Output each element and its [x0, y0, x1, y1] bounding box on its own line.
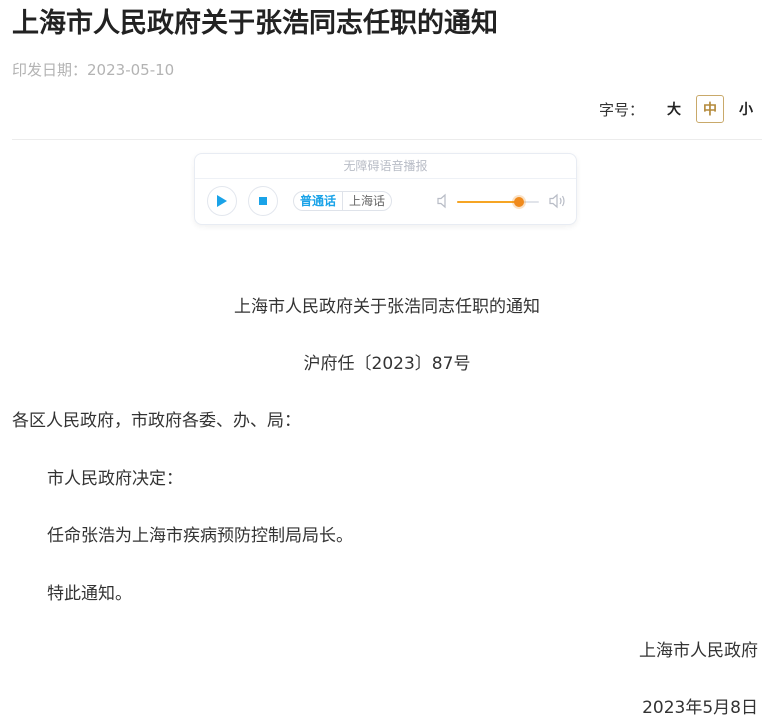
- volume-slider[interactable]: [457, 197, 539, 207]
- document-paragraph: 市人民政府决定：: [47, 469, 183, 489]
- publish-date: 印发日期：2023-05-10: [12, 59, 174, 80]
- publish-date-label: 印发日期：: [12, 61, 88, 79]
- header-divider: [12, 139, 762, 140]
- document-heading: 上海市人民政府关于张浩同志任职的通知: [234, 297, 540, 317]
- document-paragraph: 特此通知。: [47, 584, 132, 604]
- audio-player-title: 无障碍语音播报: [195, 154, 576, 179]
- font-size-small-button[interactable]: 小: [732, 95, 760, 123]
- font-size-large-button[interactable]: 大: [660, 95, 688, 123]
- play-icon: [217, 195, 227, 207]
- volume-fill: [457, 201, 519, 203]
- play-button[interactable]: [207, 186, 237, 216]
- publish-date-value: 2023-05-10: [87, 61, 175, 79]
- font-size-label: 字号：: [598, 100, 644, 119]
- font-size-switcher: 字号： 大 中 小: [599, 95, 760, 123]
- document-issue-date: 2023年5月8日: [642, 698, 758, 718]
- document-issuer: 上海市人民政府: [639, 641, 758, 661]
- language-toggle: 普通话 上海话: [293, 191, 393, 211]
- volume-high-icon[interactable]: [549, 192, 567, 210]
- volume-low-icon[interactable]: [437, 193, 451, 209]
- stop-icon: [259, 197, 267, 205]
- page-title: 上海市人民政府关于张浩同志任职的通知: [12, 8, 498, 39]
- document-paragraph: 任命张浩为上海市疾病预防控制局局长。: [47, 526, 353, 546]
- language-shanghainese-option[interactable]: 上海话: [342, 192, 391, 210]
- document-salutation: 各区人民政府，市政府各委、办、局：: [12, 411, 301, 431]
- stop-button[interactable]: [248, 186, 278, 216]
- font-size-medium-button[interactable]: 中: [696, 95, 724, 123]
- document-number: 沪府任〔2023〕87号: [303, 354, 471, 374]
- language-mandarin-option[interactable]: 普通话: [294, 192, 342, 210]
- audio-player: 无障碍语音播报 普通话 上海话: [194, 153, 577, 225]
- volume-knob[interactable]: [513, 197, 524, 207]
